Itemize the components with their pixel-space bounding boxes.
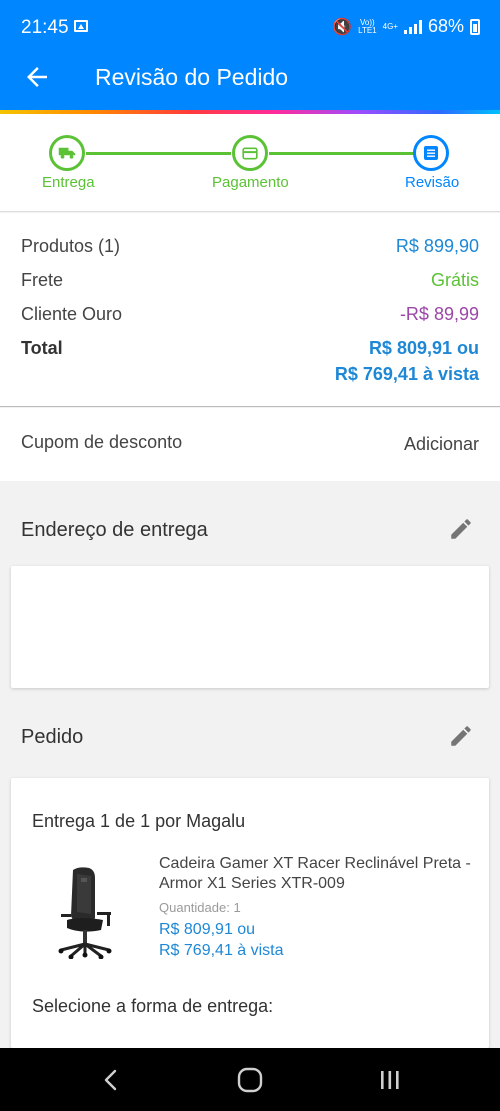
total-value-installments: R$ 809,91 ou	[368, 338, 479, 358]
product-price: R$ 809,91 ou R$ 769,41 à vista	[159, 919, 284, 961]
step-label-pagamento: Pagamento	[212, 174, 289, 191]
products-label: Produtos (1)	[21, 236, 121, 256]
coupon-row[interactable]: Cupom de desconto Adicionar	[0, 408, 500, 481]
truck-icon	[58, 147, 76, 159]
step-revisao[interactable]	[413, 135, 449, 171]
nav-recents-icon[interactable]	[375, 1066, 405, 1094]
volte-indicator: Vo)) LTE1	[358, 18, 377, 35]
order-section-title: Pedido	[21, 726, 84, 748]
choose-delivery-label: Selecione a forma de entrega:	[32, 996, 274, 1016]
lte-text: LTE1	[358, 25, 377, 35]
gold-discount-value: -R$ 89,99	[399, 304, 479, 324]
page-title: Revisão do Pedido	[95, 64, 289, 90]
network-gen-indicator: 4G+	[382, 21, 398, 31]
products-value: R$ 899,90	[395, 236, 479, 256]
checkout-stepper: Entrega Pagamento Revisão	[0, 114, 500, 212]
nav-home-icon[interactable]	[235, 1066, 265, 1094]
order-card: Entrega 1 de 1 por Magalu Cadeira Gamer …	[11, 778, 489, 1048]
status-icons: 🔇 Vo)) LTE1 4G+ 68%	[332, 16, 480, 37]
app-bar: 21:45 🔇 Vo)) LTE1 4G+ 68% Revisão do Ped…	[0, 0, 500, 115]
step-entrega[interactable]	[49, 135, 85, 171]
step-pagamento[interactable]	[232, 135, 268, 171]
coupon-label: Cupom de desconto	[21, 432, 183, 452]
product-price-installments: R$ 809,91 ou	[159, 921, 256, 938]
battery-icon	[470, 18, 480, 35]
product-name[interactable]: Cadeira Gamer XT Racer Reclinável Preta …	[159, 854, 479, 894]
shipping-label: Frete	[21, 270, 64, 290]
coupon-add-button[interactable]: Adicionar	[404, 434, 479, 455]
nav-back-icon[interactable]	[96, 1066, 126, 1094]
arrow-left-icon[interactable]	[22, 62, 52, 92]
shipping-value: Grátis	[430, 270, 479, 290]
mute-icon: 🔇	[332, 18, 353, 36]
gallery-notification-icon	[74, 20, 88, 32]
delivery-title: Entrega 1 de 1 por Magalu	[32, 811, 246, 831]
status-bar: 21:45 🔇 Vo)) LTE1 4G+ 68%	[0, 0, 500, 52]
gold-discount-label: Cliente Ouro	[21, 304, 123, 324]
system-nav-bar	[0, 1048, 500, 1111]
list-icon	[424, 146, 438, 160]
pencil-icon[interactable]	[448, 723, 474, 749]
product-image[interactable]	[51, 864, 131, 959]
step-label-entrega: Entrega	[42, 174, 95, 191]
status-time: 21:45	[21, 17, 69, 38]
total-value-cash: R$ 769,41 à vista	[334, 364, 479, 384]
signal-icon	[403, 19, 422, 34]
product-price-cash: R$ 769,41 à vista	[159, 942, 284, 959]
product-quantity: Quantidade: 1	[159, 900, 241, 915]
card-icon	[242, 147, 258, 159]
step-label-revisao: Revisão	[405, 174, 460, 191]
address-section-title: Endereço de entrega	[21, 519, 208, 541]
step-connector	[86, 152, 231, 155]
order-summary: Produtos (1) R$ 899,90 Frete Grátis Clie…	[0, 213, 500, 407]
step-connector	[269, 152, 414, 155]
total-label: Total	[21, 338, 63, 358]
battery-percent: 68%	[427, 16, 464, 36]
address-card[interactable]	[11, 566, 489, 688]
pencil-icon[interactable]	[448, 516, 474, 542]
